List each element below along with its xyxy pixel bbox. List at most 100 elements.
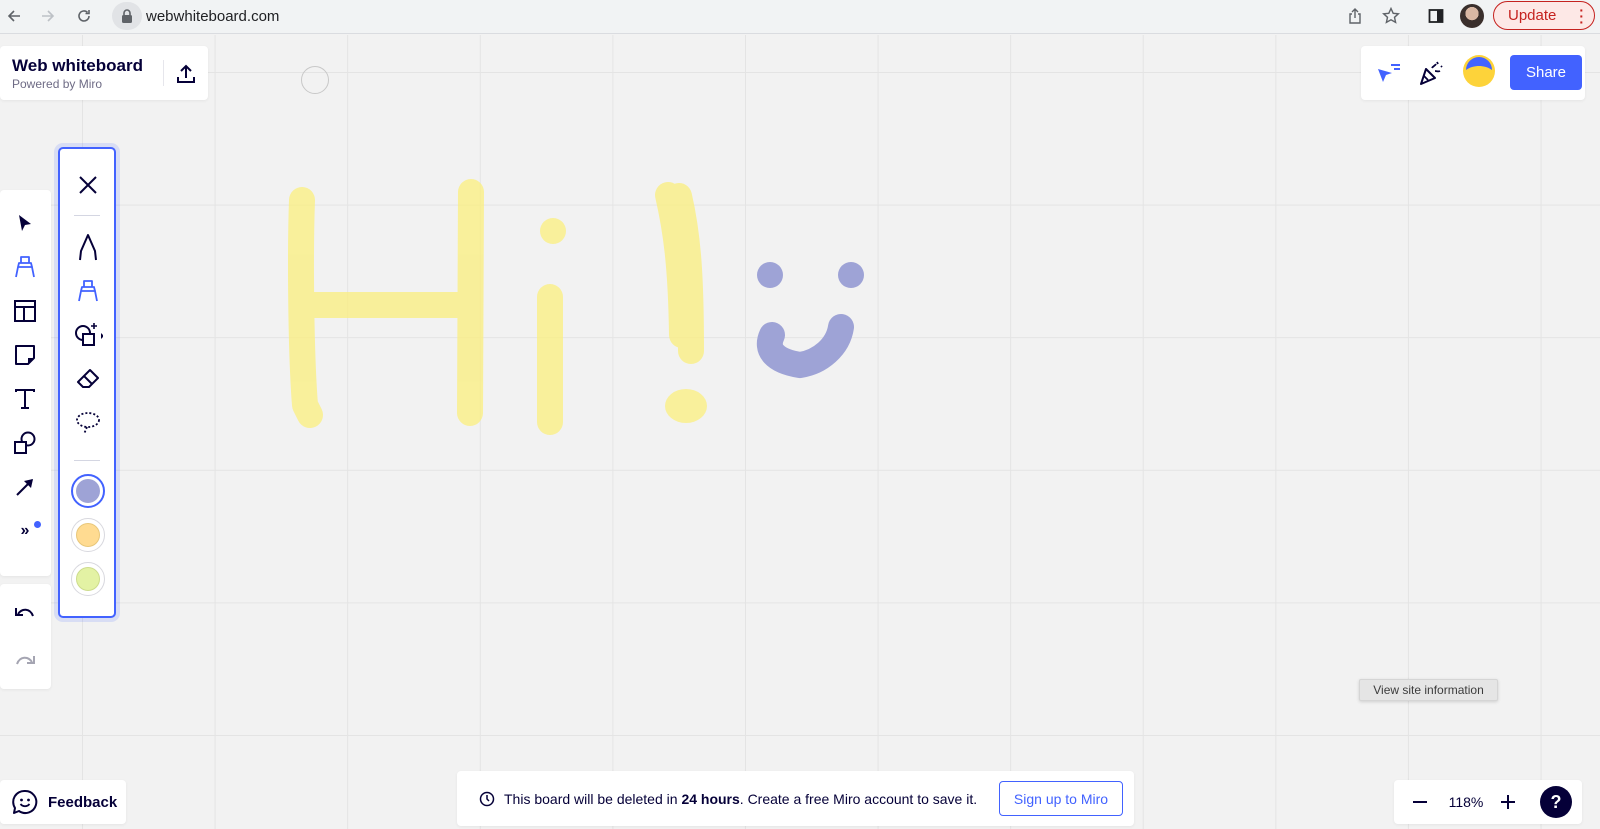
clock-icon	[479, 791, 495, 806]
forward-button[interactable]	[36, 4, 60, 28]
redo-button[interactable]	[9, 644, 41, 676]
templates-tool[interactable]	[9, 295, 41, 327]
browser-toolbar: webwhiteboard.com Update · · ·	[0, 0, 1600, 34]
share-page-icon	[1349, 8, 1361, 24]
sticky-note-tool[interactable]	[9, 339, 41, 371]
history-panel	[0, 584, 51, 689]
text-icon	[15, 389, 35, 409]
marker-icon	[15, 256, 35, 278]
minus-icon	[1413, 801, 1427, 803]
zoom-controls: 118% ?	[1394, 780, 1582, 824]
layout-icon	[14, 300, 36, 322]
plus-icon	[1501, 795, 1515, 809]
reload-button[interactable]	[72, 4, 96, 28]
eraser-tool-option[interactable]	[72, 363, 104, 395]
redo-icon	[16, 656, 35, 665]
feedback-button[interactable]: Feedback	[0, 780, 126, 824]
user-avatar[interactable]	[1463, 55, 1495, 87]
celebrate-button[interactable]	[1415, 58, 1447, 88]
connector-tool[interactable]	[9, 471, 41, 503]
reload-icon	[78, 10, 90, 22]
undo-icon	[15, 608, 34, 617]
sticky-note-icon	[15, 345, 35, 365]
cursor-icon	[19, 215, 31, 231]
pen-icon	[79, 234, 97, 261]
undo-button[interactable]	[9, 596, 41, 628]
close-icon	[79, 176, 97, 194]
color-dot	[76, 567, 100, 591]
drawing-layer	[288, 179, 864, 435]
site-info-button[interactable]	[112, 2, 142, 30]
notice-prefix: This board will be deleted in	[504, 790, 682, 807]
export-button[interactable]	[172, 60, 200, 88]
select-tool[interactable]	[9, 207, 41, 239]
stroke-h-right	[457, 179, 484, 426]
bookmark-star-icon	[1382, 7, 1400, 24]
collaboration-panel: Share	[1361, 46, 1585, 100]
celebrate-icon	[1420, 61, 1443, 85]
notice-suffix: . Create a free Miro account to save it.	[739, 790, 978, 807]
share-button[interactable]: Share	[1510, 55, 1582, 90]
feedback-smiley-icon	[12, 789, 38, 814]
zoom-in-button[interactable]	[1494, 788, 1522, 816]
board-title-panel: Web whiteboard Powered by Miro	[0, 46, 208, 100]
smart-draw-tool-option[interactable]	[72, 319, 104, 351]
address-bar[interactable]: webwhiteboard.com	[112, 2, 1397, 30]
color-swatch-lime[interactable]	[71, 562, 105, 596]
highlighter-tool-option[interactable]	[72, 275, 104, 307]
highlighter-icon	[78, 280, 98, 302]
smiley-eye-left	[757, 262, 783, 288]
help-icon: ?	[1550, 791, 1562, 812]
color-dot	[76, 523, 100, 547]
signup-button[interactable]: Sign up to Miro	[999, 781, 1123, 816]
upload-icon	[177, 64, 195, 83]
whiteboard-canvas[interactable]	[0, 35, 1600, 829]
help-button[interactable]: ?	[1540, 786, 1572, 818]
lasso-icon	[76, 412, 100, 435]
eraser-icon	[77, 369, 99, 388]
back-button[interactable]	[2, 4, 26, 28]
follow-cursor-icon	[1378, 64, 1400, 82]
more-tools-button[interactable]: »	[9, 515, 41, 547]
stroke-exclaim-2	[666, 183, 704, 364]
notification-dot	[34, 521, 41, 528]
notice-text: This board will be deleted in 24 hours. …	[504, 791, 977, 807]
shapes-tool[interactable]	[9, 427, 41, 459]
update-button[interactable]: Update · · ·	[1493, 1, 1595, 30]
pen-tool-option[interactable]	[72, 231, 104, 263]
title-divider	[163, 60, 164, 86]
site-info-tooltip: View site information	[1359, 679, 1498, 701]
zoom-out-button[interactable]	[1406, 788, 1434, 816]
smiley-mouth	[756, 314, 854, 379]
color-dot	[76, 479, 100, 503]
side-panel-button[interactable]	[1425, 5, 1447, 27]
main-toolbar: »	[0, 190, 51, 576]
smart-draw-icon	[75, 323, 103, 346]
board-title[interactable]: Web whiteboard	[12, 56, 143, 76]
smiley-strokes	[756, 262, 864, 379]
board-expiry-notice: This board will be deleted in 24 hours. …	[457, 771, 1134, 826]
zoom-level[interactable]: 118%	[1446, 794, 1486, 810]
more-vert-icon: · · ·	[1579, 2, 1584, 30]
close-pen-panel-button[interactable]	[72, 169, 104, 201]
profile-avatar[interactable]	[1460, 4, 1484, 28]
side-panel-icon	[1428, 9, 1444, 23]
lasso-tool-option[interactable]	[72, 407, 104, 439]
color-swatch-purple[interactable]	[71, 474, 105, 508]
notice-deadline: 24 hours	[681, 790, 740, 807]
color-swatch-orange[interactable]	[71, 518, 105, 552]
update-label: Update	[1508, 7, 1557, 24]
shapes-icon	[14, 431, 36, 454]
bookmark-button[interactable]	[1380, 5, 1402, 27]
user-avatar-icon	[1463, 55, 1495, 87]
text-tool[interactable]	[9, 383, 41, 415]
pen-tool[interactable]	[9, 251, 41, 283]
url-text: webwhiteboard.com	[146, 7, 280, 25]
follow-cursor-button[interactable]	[1373, 58, 1405, 88]
board-subtitle: Powered by Miro	[12, 77, 103, 91]
forward-icon	[42, 10, 55, 22]
more-tools-icon: »	[20, 522, 30, 539]
share-page-button[interactable]	[1344, 5, 1366, 27]
pen-options-panel	[58, 147, 116, 618]
remote-cursor-indicator	[301, 66, 329, 94]
